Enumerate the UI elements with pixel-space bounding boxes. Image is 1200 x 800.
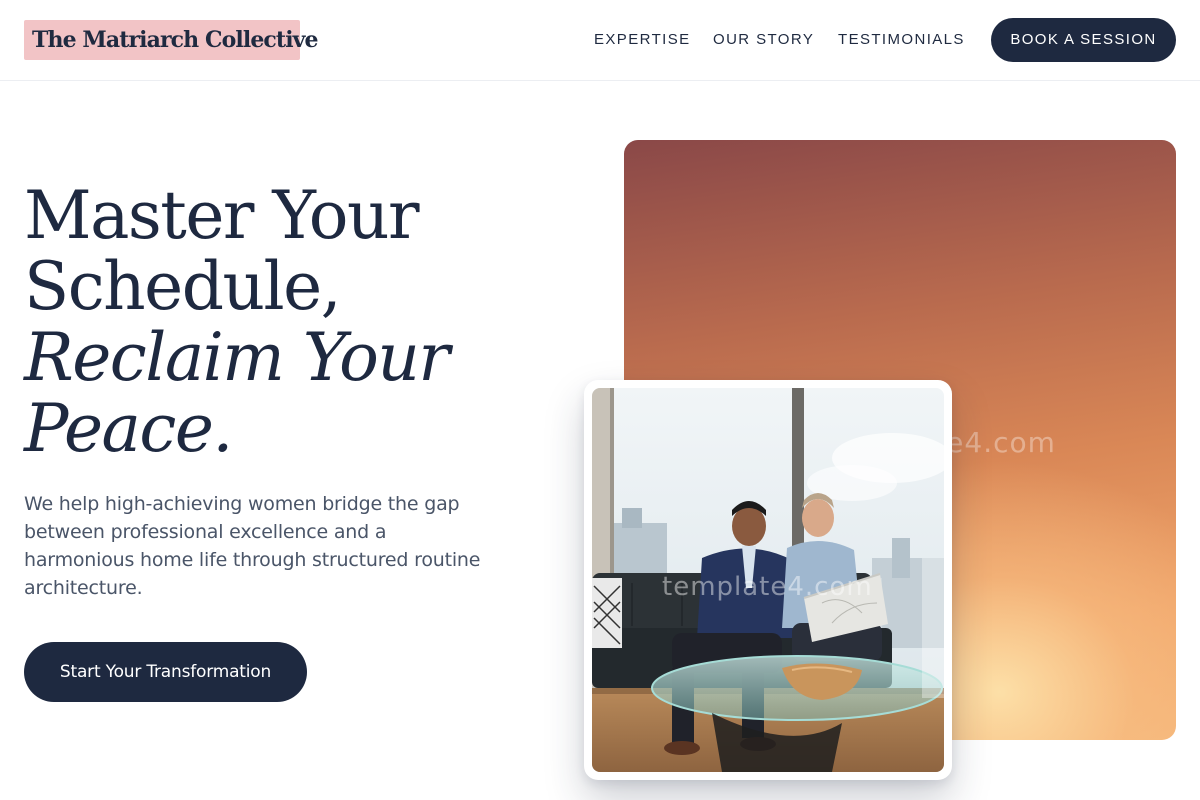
headline-line-4: Peace. (24, 390, 233, 467)
headline-line-1: Master Your (24, 177, 420, 254)
headline-line-3: Reclaim Your (24, 319, 450, 396)
hero-description: We help high-achieving women bridge the … (24, 493, 481, 599)
nav-link-expertise[interactable]: EXPERTISE (594, 30, 691, 50)
site-header: The Matriarch Collective EXPERTISE OUR S… (0, 0, 1200, 81)
headline-line-2: Schedule, (24, 248, 342, 325)
brand-logo[interactable]: The Matriarch Collective (24, 20, 319, 60)
nav-link-our-story[interactable]: OUR STORY (713, 30, 814, 50)
start-transformation-button[interactable]: Start Your Transformation (24, 642, 307, 702)
watermark-text: template4.com (662, 572, 873, 602)
hero-headline: Master Your Schedule, Reclaim Your Peace… (24, 180, 544, 464)
book-session-button[interactable]: BOOK A SESSION (991, 18, 1176, 62)
nav-link-testimonials[interactable]: TESTIMONIALS (838, 30, 965, 50)
hero-photo-card: template4.com (584, 380, 952, 780)
